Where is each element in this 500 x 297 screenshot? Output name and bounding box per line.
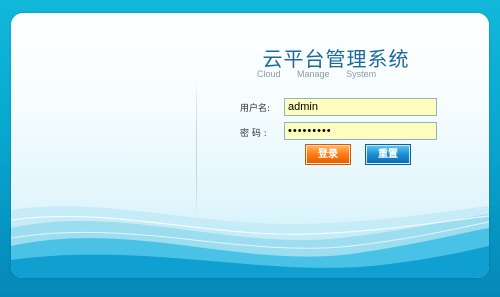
password-label: 密 码 : (240, 129, 267, 139)
password-field[interactable] (284, 122, 437, 140)
subtitle-word: Cloud (257, 69, 281, 79)
subtitle-word: Manage (297, 69, 330, 79)
username-label: 用户名: (240, 104, 271, 114)
subtitle-word: System (346, 69, 377, 79)
reset-button[interactable]: 重置 (366, 145, 410, 164)
username-field[interactable] (284, 98, 437, 116)
login-panel: 云平台管理系统 Cloud Manage System (11, 13, 489, 278)
app-title: 云平台管理系统 (262, 47, 410, 71)
login-page-background: 云平台管理系统 Cloud Manage System 用户名: 密 码 : 登… (0, 0, 500, 297)
app-subtitle: Cloud Manage System (257, 69, 390, 79)
wave-decoration (11, 206, 489, 278)
login-button[interactable]: 登录 (306, 145, 350, 164)
